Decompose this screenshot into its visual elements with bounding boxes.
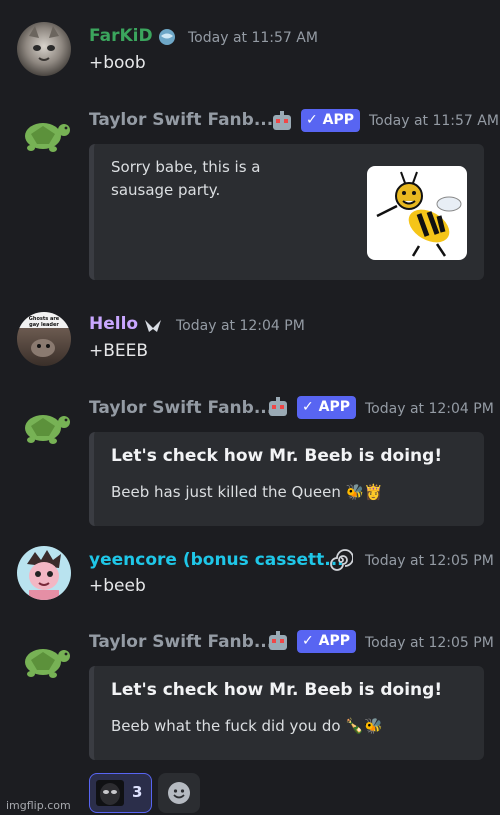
- embed: Sorry babe, this is a sausage party.: [89, 144, 484, 280]
- message-content: +beeb: [89, 576, 146, 596]
- embed: Let's check how Mr. Beeb is doing! Beeb …: [89, 666, 484, 760]
- watermark: imgflip.com: [6, 799, 71, 812]
- timestamp: Today at 12:04 PM: [176, 318, 305, 334]
- message-bot-2: Taylor Swift Fanb... ✓ APP Today at 12:0…: [0, 382, 500, 532]
- reaction-button[interactable]: 3: [89, 773, 152, 813]
- embed-description: Beeb what the fuck did you do 🍾🐝: [111, 717, 383, 735]
- timestamp: Today at 11:57 AM: [188, 30, 318, 46]
- embed-title: Let's check how Mr. Beeb is doing!: [111, 680, 443, 700]
- bee-thumbnail[interactable]: [367, 166, 467, 260]
- timestamp: Today at 12:04 PM: [365, 401, 494, 417]
- embed: Let's check how Mr. Beeb is doing! Beeb …: [89, 432, 484, 526]
- embed-description-2: sausage party.: [111, 181, 221, 199]
- username[interactable]: Taylor Swift Fanb...: [89, 398, 273, 418]
- turtle-avatar[interactable]: [17, 632, 71, 686]
- photo-avatar[interactable]: Ghosts are gay leader: [17, 312, 71, 366]
- message-content: +boob: [89, 53, 146, 73]
- username[interactable]: Hello: [89, 314, 138, 334]
- timestamp: Today at 11:57 AM: [369, 113, 499, 129]
- reaction-count: 3: [132, 783, 143, 801]
- globe-badge-icon: [156, 27, 178, 47]
- drawn-avatar[interactable]: [17, 546, 71, 600]
- username[interactable]: yeencore (bonus cassett...: [89, 550, 344, 570]
- timestamp: Today at 12:05 PM: [365, 635, 494, 651]
- add-reaction-button[interactable]: [158, 773, 200, 813]
- message-content: +BEEB: [89, 341, 149, 361]
- robot-badge-icon: [266, 630, 290, 652]
- message-hello: Ghosts are gay leader Hello Today at 12:…: [0, 290, 500, 382]
- ghost-badge-icon: [142, 316, 164, 336]
- turtle-avatar[interactable]: [17, 398, 71, 452]
- username[interactable]: Taylor Swift Fanb...: [89, 632, 273, 652]
- embed-title: Let's check how Mr. Beeb is doing!: [111, 446, 443, 466]
- cat-avatar[interactable]: [17, 22, 71, 76]
- face-emoji: [96, 780, 124, 806]
- timestamp: Today at 12:05 PM: [365, 553, 494, 569]
- embed-description: Beeb has just killed the Queen 🐝👸: [111, 483, 383, 501]
- message-yeencore: yeencore (bonus cassett... Today at 12:0…: [0, 532, 500, 622]
- spiral-badge-icon: [329, 548, 354, 572]
- app-badge: ✓ APP: [297, 396, 356, 419]
- turtle-avatar[interactable]: [17, 106, 71, 160]
- embed-description: Sorry babe, this is a: [111, 158, 261, 176]
- message-farkid: FarKiD Today at 11:57 AM +boob: [0, 0, 500, 90]
- app-badge: ✓ APP: [301, 109, 360, 132]
- message-bot-1: Taylor Swift Fanb... ✓ APP Today at 11:5…: [0, 90, 500, 290]
- message-bot-3: Taylor Swift Fanb... ✓ APP Today at 12:0…: [0, 616, 500, 766]
- robot-badge-icon: [266, 396, 290, 418]
- app-badge: ✓ APP: [297, 630, 356, 653]
- username[interactable]: FarKiD: [89, 26, 153, 46]
- username[interactable]: Taylor Swift Fanb...: [89, 110, 273, 130]
- robot-badge-icon: [270, 110, 294, 132]
- smiley-icon: [167, 781, 191, 805]
